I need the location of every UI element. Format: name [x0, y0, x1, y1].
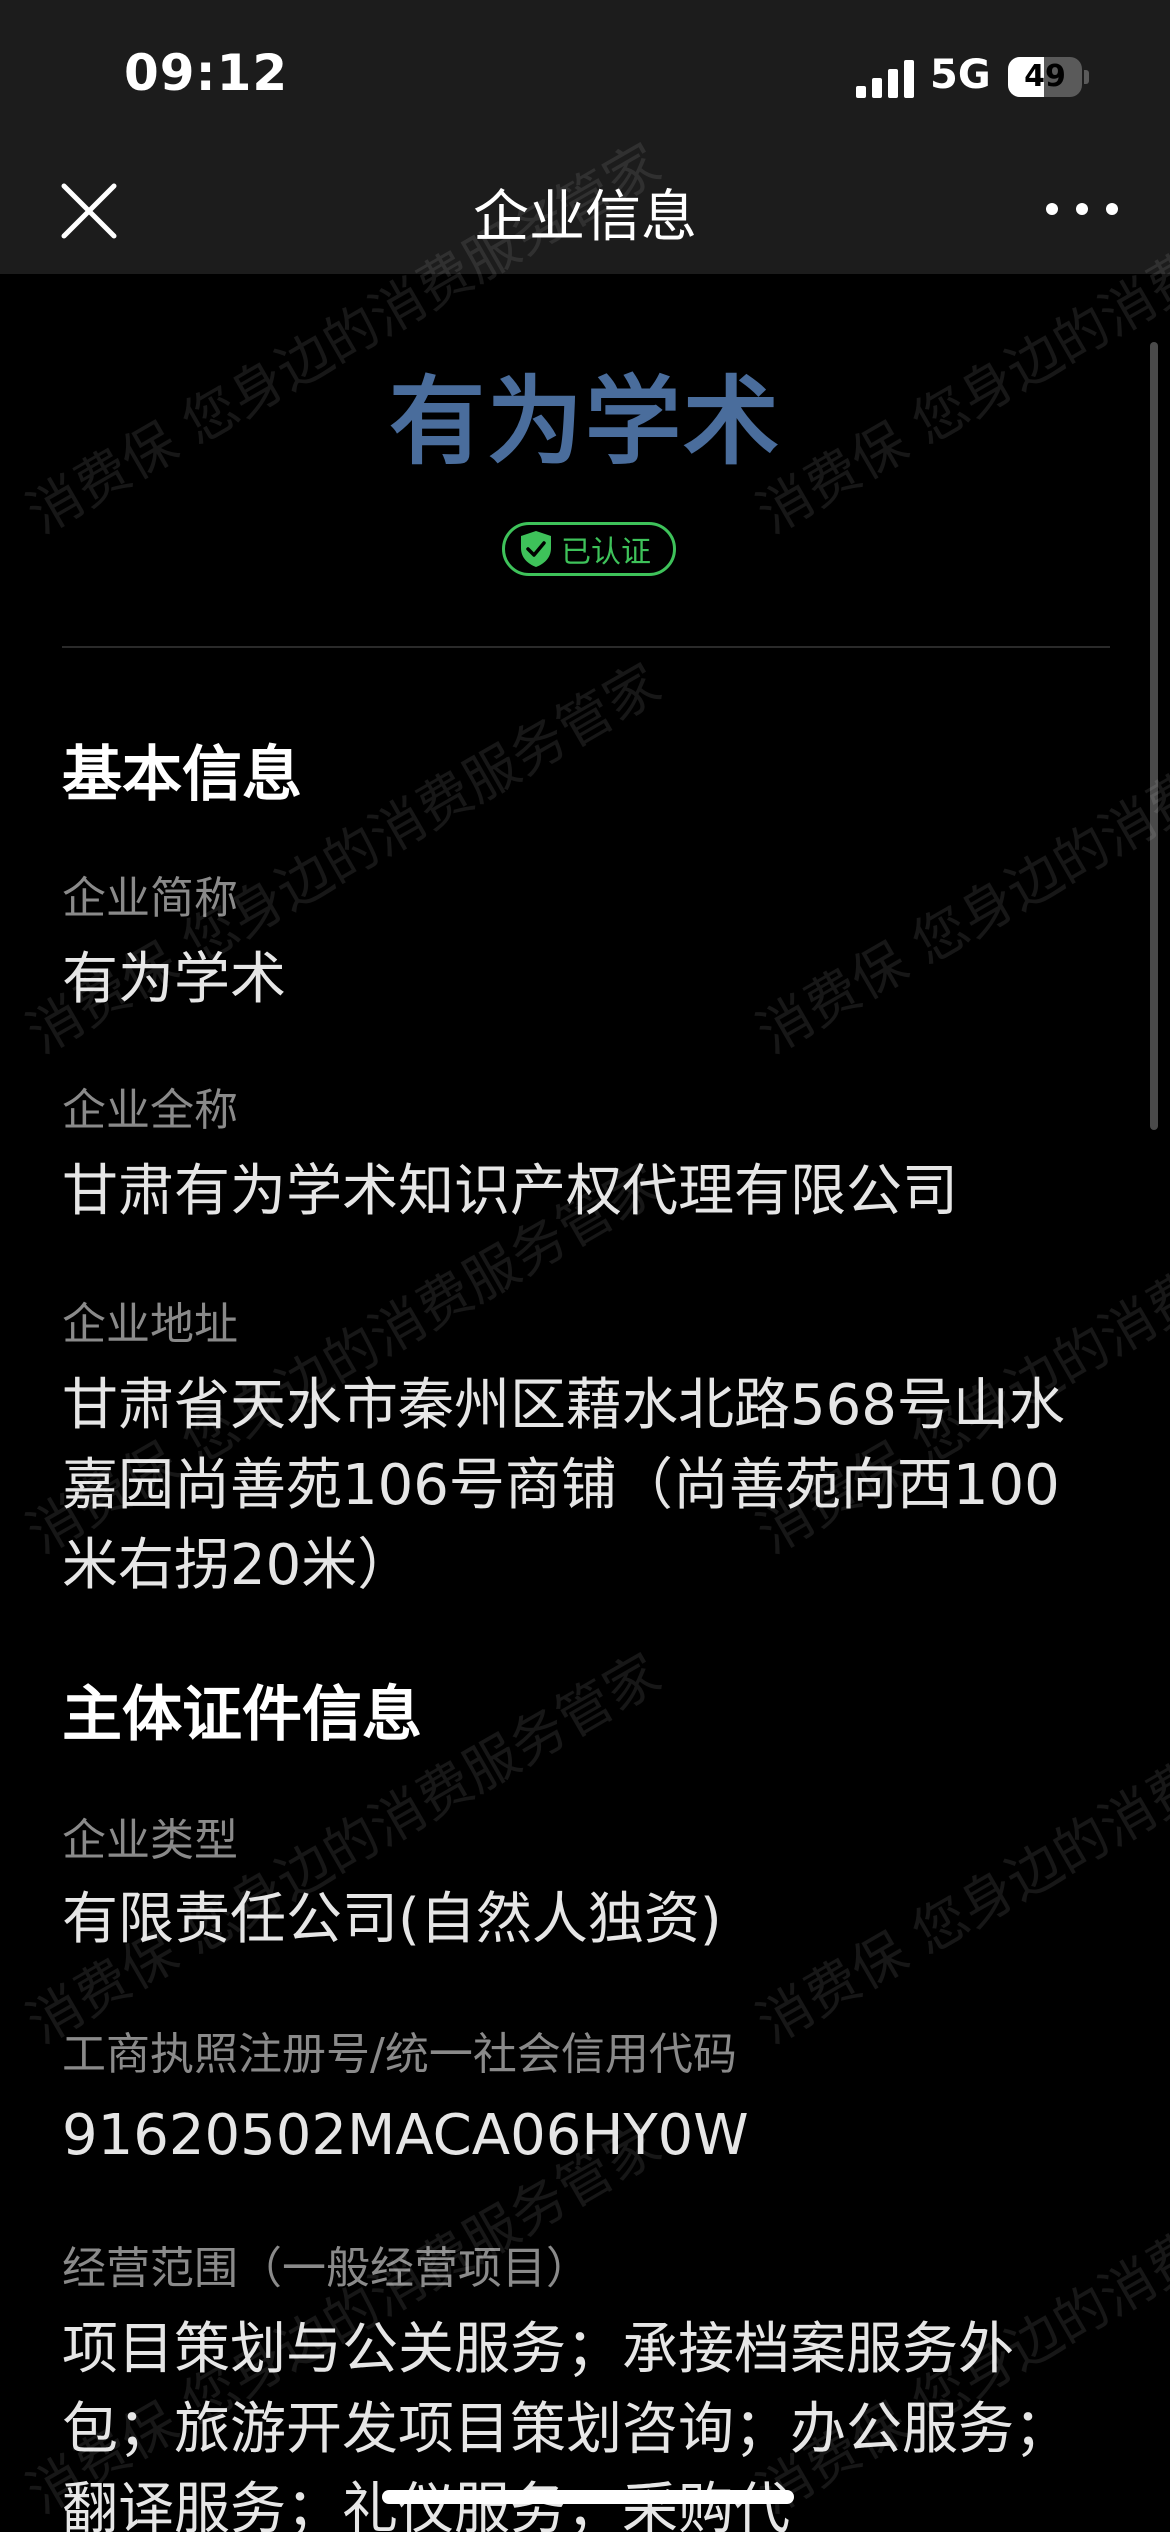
verified-badge: 已认证	[502, 522, 676, 576]
section-title-basic-info: 基本信息	[62, 740, 302, 810]
field-label-address: 企业地址	[62, 1299, 238, 1350]
divider	[62, 646, 1110, 648]
status-time: 09:12	[124, 44, 289, 102]
home-indicator[interactable]	[382, 2490, 794, 2504]
field-label-full-name: 企业全称	[62, 1085, 238, 1136]
battery-percent: 49	[1024, 59, 1066, 94]
field-value-short-name: 有为学术	[62, 947, 286, 1012]
status-bar: 09:12 5G 49	[0, 0, 1170, 150]
field-value-full-name: 甘肃有为学术知识产权代理有限公司	[62, 1159, 958, 1224]
field-value-address: 甘肃省天水市秦州区藉水北路568号山水嘉园尚善苑106号商铺（尚善苑向西100米…	[62, 1373, 1065, 1598]
section-title-license-info: 主体证件信息	[62, 1680, 422, 1750]
scrollbar[interactable]	[1150, 342, 1158, 1130]
verified-label: 已认证	[561, 535, 651, 570]
field-label-credit-code: 工商执照注册号/统一社会信用代码	[62, 2029, 737, 2080]
battery-icon: 49	[1008, 57, 1089, 97]
content-scroll[interactable]: 有为学术 已认证 基本信息 企业简称 有为学术 企业全称 甘肃有为学术知识产权代…	[0, 274, 1170, 2532]
page-title: 企业信息	[473, 185, 697, 250]
field-label-business-scope: 经营范围（一般经营项目）	[62, 2243, 590, 2294]
cellular-signal-icon	[856, 60, 914, 98]
screen: 09:12 5G 49 企业信息 有为学术 已认证 基本信息 企业简称 有为学术…	[0, 0, 1170, 2532]
shield-check-icon	[521, 531, 551, 567]
network-type: 5G	[930, 52, 991, 98]
field-label-company-type: 企业类型	[62, 1815, 238, 1866]
company-display-name: 有为学术	[389, 366, 781, 478]
field-value-credit-code: 91620502MACA06HY0W	[62, 2103, 749, 2168]
field-value-company-type: 有限责任公司(自然人独资)	[62, 1887, 722, 1952]
more-icon[interactable]	[1042, 194, 1122, 224]
nav-bar: 企业信息	[0, 150, 1170, 274]
field-label-short-name: 企业简称	[62, 873, 238, 924]
